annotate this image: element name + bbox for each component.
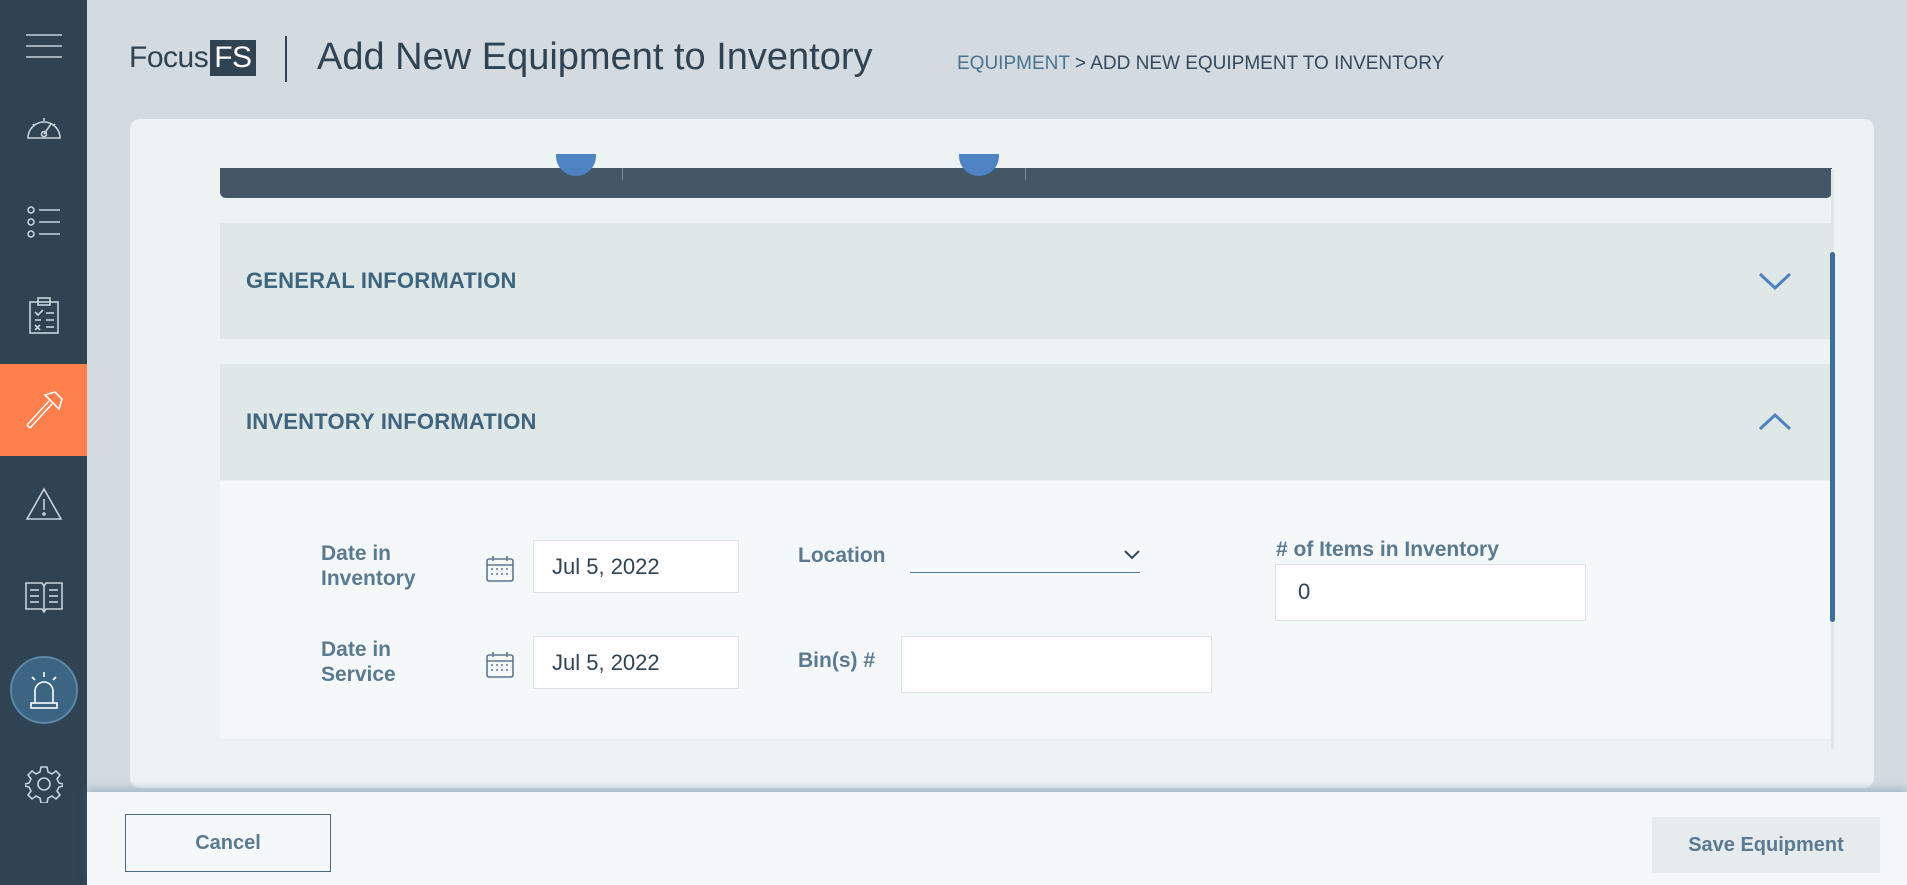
- gear-icon: [24, 766, 63, 803]
- save-equipment-button[interactable]: Save Equipment: [1652, 817, 1880, 873]
- items-in-inventory-input[interactable]: 0: [1275, 564, 1586, 621]
- date-in-service-input[interactable]: Jul 5, 2022: [533, 636, 739, 689]
- warning-icon: [25, 487, 62, 520]
- logo-text: Focus: [129, 41, 209, 74]
- step-divider: [622, 168, 623, 180]
- section-title: GENERAL INFORMATION: [246, 268, 517, 293]
- chevron-up-icon: [1758, 412, 1792, 431]
- logo-badge: FS: [210, 40, 256, 76]
- cancel-button[interactable]: Cancel: [125, 814, 331, 872]
- clipboard-icon: [28, 297, 59, 334]
- bins-label: Bin(s) #: [798, 649, 876, 672]
- sidebar-item-alerts[interactable]: [0, 458, 87, 550]
- hamburger-icon: [25, 34, 62, 58]
- page-title: Add New Equipment to Inventory: [317, 36, 873, 78]
- scrollbar-thumb[interactable]: [1830, 252, 1835, 622]
- sidebar-item-list[interactable]: [0, 176, 87, 268]
- items-in-inventory-label: # of Items in Inventory: [1276, 538, 1499, 561]
- alarm-badge: [9, 656, 78, 724]
- hammer-icon: [25, 391, 63, 429]
- sidebar-item-dashboard[interactable]: [0, 82, 87, 174]
- date-in-inventory-label: Date in Inventory: [321, 542, 416, 590]
- sidebar-item-alarm[interactable]: [0, 644, 87, 736]
- chevron-down-icon: [1124, 550, 1140, 560]
- footer-bar: Cancel Save Equipment: [87, 792, 1907, 885]
- sidebar-item-checklist[interactable]: [0, 270, 87, 362]
- section-general-information[interactable]: GENERAL INFORMATION: [220, 223, 1832, 339]
- page-header: Focus FS Add New Equipment to Inventory …: [87, 0, 1907, 118]
- date-in-service-label: Date in Service: [321, 638, 396, 686]
- step-progress-bar: [220, 154, 1832, 198]
- bins-input[interactable]: [901, 636, 1212, 693]
- date-in-inventory-input[interactable]: Jul 5, 2022: [533, 540, 739, 593]
- gauge-icon: [26, 118, 61, 139]
- calendar-icon[interactable]: [485, 555, 515, 583]
- breadcrumb: EQUIPMENT > ADD NEW EQUIPMENT TO INVENTO…: [957, 53, 1444, 75]
- list-icon: [26, 206, 60, 238]
- breadcrumb-equipment-link[interactable]: EQUIPMENT: [957, 53, 1070, 74]
- step-indicator-1[interactable]: [556, 154, 596, 176]
- inventory-form: Date in Inventory Jul 5, 2022 Date in Se…: [220, 481, 1830, 739]
- section-title: INVENTORY INFORMATION: [246, 409, 537, 434]
- step-indicator-2[interactable]: [959, 154, 999, 176]
- chevron-down-icon: [1758, 272, 1792, 291]
- breadcrumb-current: ADD NEW EQUIPMENT TO INVENTORY: [1090, 53, 1445, 74]
- breadcrumb-separator: >: [1069, 53, 1091, 74]
- header-divider: [285, 36, 287, 82]
- main-card: GENERAL INFORMATION INVENTORY INFORMATIO…: [130, 119, 1874, 788]
- location-select[interactable]: [910, 539, 1140, 573]
- alarm-icon: [29, 672, 58, 709]
- sidebar-item-equipment[interactable]: [0, 364, 87, 456]
- book-icon: [24, 582, 63, 613]
- menu-button[interactable]: [0, 0, 87, 92]
- location-label: Location: [798, 544, 886, 567]
- sidebar-item-settings[interactable]: [0, 738, 87, 830]
- sidebar-item-manuals[interactable]: [0, 550, 87, 642]
- sidebar: [0, 0, 87, 885]
- step-divider: [1025, 168, 1026, 180]
- calendar-icon[interactable]: [485, 651, 515, 679]
- logo[interactable]: Focus FS: [129, 40, 256, 76]
- section-inventory-information[interactable]: INVENTORY INFORMATION: [220, 364, 1832, 480]
